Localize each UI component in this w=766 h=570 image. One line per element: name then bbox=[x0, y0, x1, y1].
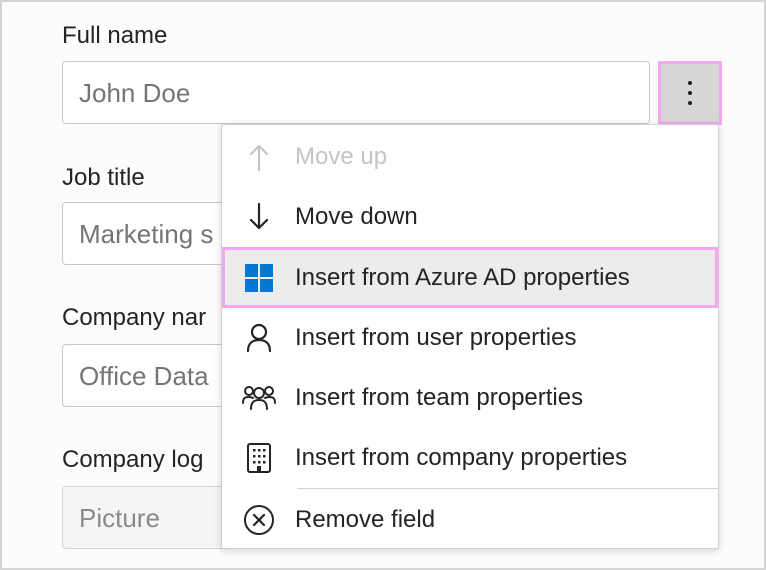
full-name-input[interactable]: John Doe bbox=[62, 61, 650, 124]
menu-item-insert-azure-ad[interactable]: Insert from Azure AD properties bbox=[222, 247, 718, 308]
more-vertical-icon bbox=[688, 81, 692, 105]
company-logo-label: Company log bbox=[62, 446, 204, 473]
menu-item-label: Insert from company properties bbox=[295, 444, 628, 471]
menu-item-label: Insert from user properties bbox=[295, 324, 577, 351]
menu-item-label: Move up bbox=[295, 143, 388, 170]
windows-logo-icon bbox=[242, 261, 276, 295]
people-team-icon bbox=[242, 381, 276, 415]
menu-item-insert-team[interactable]: Insert from team properties bbox=[222, 368, 718, 428]
menu-item-insert-company[interactable]: Insert from company properties bbox=[222, 428, 718, 488]
job-title-label: Job title bbox=[62, 164, 145, 191]
menu-item-label: Move down bbox=[295, 203, 418, 230]
menu-item-insert-user[interactable]: Insert from user properties bbox=[222, 308, 718, 368]
dismiss-circle-icon bbox=[242, 503, 276, 537]
field-options-menu: Move up Move down Insert from Azure AD p… bbox=[221, 124, 719, 549]
menu-item-remove-field[interactable]: Remove field bbox=[222, 490, 718, 550]
building-icon bbox=[242, 441, 276, 475]
person-icon bbox=[242, 321, 276, 355]
arrow-down-icon bbox=[242, 200, 276, 234]
menu-item-label: Insert from team properties bbox=[295, 384, 584, 411]
full-name-label: Full name bbox=[62, 22, 168, 49]
menu-item-label: Remove field bbox=[295, 506, 436, 533]
menu-divider bbox=[297, 488, 718, 489]
menu-item-move-down[interactable]: Move down bbox=[222, 187, 718, 247]
company-name-label: Company nar bbox=[62, 304, 207, 331]
menu-item-move-up: Move up bbox=[222, 127, 718, 187]
more-options-button[interactable] bbox=[658, 61, 722, 125]
menu-item-label: Insert from Azure AD properties bbox=[295, 263, 630, 291]
arrow-up-icon bbox=[242, 140, 276, 174]
